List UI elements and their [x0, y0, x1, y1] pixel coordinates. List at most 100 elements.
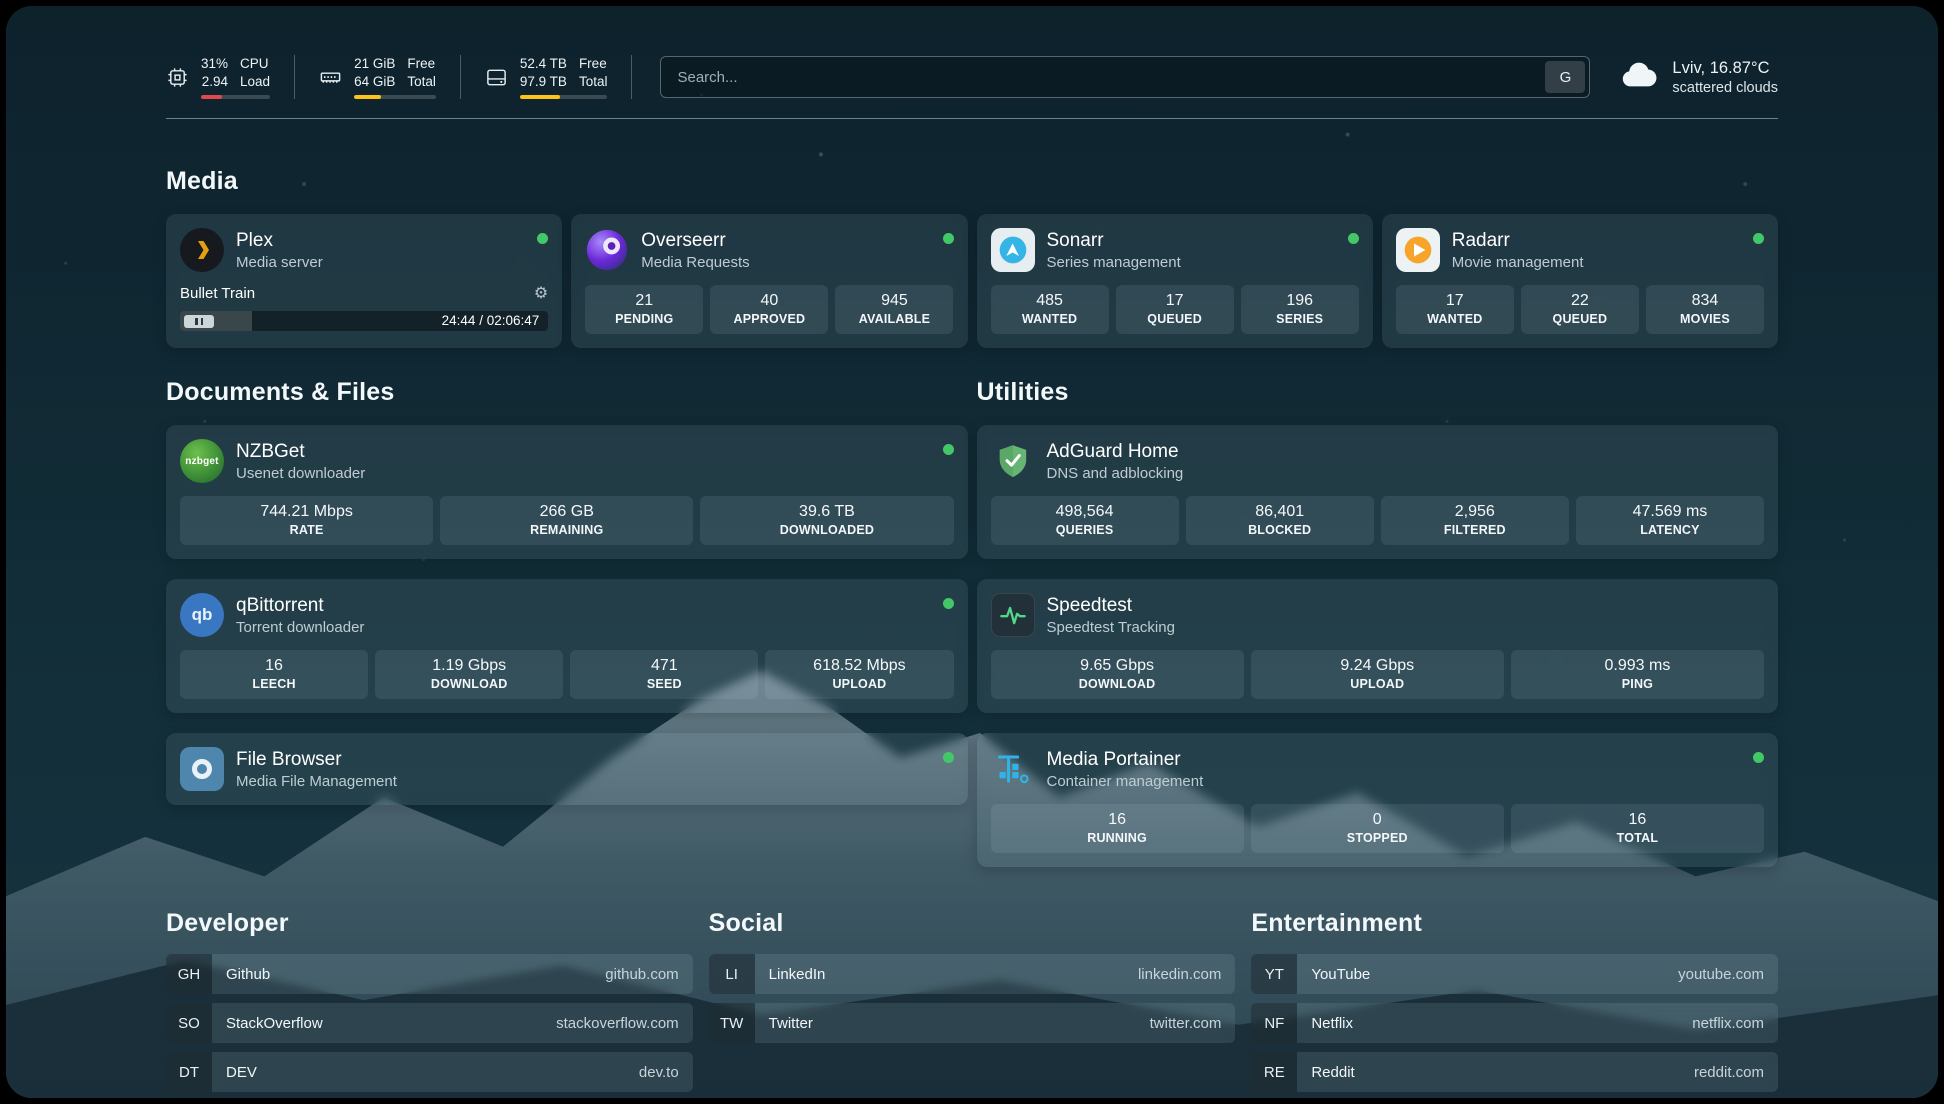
- disk-usage-widget: 52.4 TB 97.9 TB Free Total: [461, 55, 633, 99]
- cpu-icon: [166, 66, 189, 89]
- bookmark-github[interactable]: GH Github github.com: [166, 954, 693, 994]
- stat-box-queries: 498,564 QUERIES: [991, 496, 1179, 545]
- bookmark-name: Twitter: [769, 1015, 813, 1032]
- stat-box-ping: 0.993 ms PING: [1511, 650, 1764, 699]
- stat-box-rate: 744.21 Mbps RATE: [180, 496, 433, 545]
- radarr-icon: [1396, 228, 1440, 272]
- section-title-media: Media: [166, 167, 1778, 196]
- stat-box-latency: 47.569 ms LATENCY: [1576, 496, 1764, 545]
- stat-box-remaining: 266 GB REMAINING: [440, 496, 693, 545]
- stat-box-wanted: 17 WANTED: [1396, 285, 1514, 334]
- stat-box-download: 1.19 Gbps DOWNLOAD: [375, 650, 563, 699]
- portainer-icon: [991, 747, 1035, 791]
- bookmark-abbr: NF: [1251, 1003, 1297, 1043]
- bookmark-abbr: GH: [166, 954, 212, 994]
- memory-usage-bar-fill: [354, 95, 381, 99]
- status-online-dot: [1753, 752, 1764, 763]
- app-subtitle-nzbget: Usenet downloader: [236, 465, 365, 482]
- bookmark-abbr: YT: [1251, 954, 1297, 994]
- stat-box-total: 16 TOTAL: [1511, 804, 1764, 853]
- status-online-dot: [943, 598, 954, 609]
- app-subtitle-portainer: Container management: [1047, 773, 1204, 790]
- sonarr-icon: [991, 228, 1035, 272]
- pause-button[interactable]: [184, 315, 214, 328]
- disk-free-value: 52.4 TB: [520, 55, 567, 73]
- app-subtitle-filebrowser: Media File Management: [236, 773, 397, 790]
- bookmark-name: Netflix: [1311, 1015, 1353, 1032]
- cpu-usage-widget: 31% 2.94 CPU Load: [166, 55, 295, 99]
- app-card-speedtest[interactable]: Speedtest Speedtest Tracking 9.65 Gbps D…: [977, 579, 1779, 713]
- bookmark-abbr: TW: [709, 1003, 755, 1043]
- bookmark-abbr: SO: [166, 1003, 212, 1043]
- search-engine-button[interactable]: G: [1545, 61, 1585, 93]
- bookmark-name: Reddit: [1311, 1064, 1354, 1081]
- bookmark-linkedin[interactable]: LI LinkedIn linkedin.com: [709, 954, 1236, 994]
- playback-progress-bar[interactable]: 24:44 / 02:06:47: [180, 311, 548, 331]
- cpu-usage-bar: [201, 95, 270, 99]
- bookmark-url: netflix.com: [1692, 1015, 1764, 1032]
- stat-box-blocked: 86,401 BLOCKED: [1186, 496, 1374, 545]
- stat-box-seed: 471 SEED: [570, 650, 758, 699]
- mem-total-label: Total: [407, 73, 436, 91]
- section-developer: Developer GH Github github.com SO StackO…: [166, 909, 693, 1092]
- section-title-documents: Documents & Files: [166, 378, 968, 407]
- section-title-social: Social: [709, 909, 1236, 938]
- app-card-radarr[interactable]: Radarr Movie management 17 WANTED 22 QUE…: [1382, 214, 1778, 348]
- weather-condition: scattered clouds: [1672, 80, 1778, 96]
- app-subtitle-overseerr: Media Requests: [641, 254, 749, 271]
- stat-box-approved: 40 APPROVED: [710, 285, 828, 334]
- stat-box-upload: 618.52 Mbps UPLOAD: [765, 650, 953, 699]
- bookmark-netflix[interactable]: NF Netflix netflix.com: [1251, 1003, 1778, 1043]
- speedtest-icon: [991, 593, 1035, 637]
- section-documents: Documents & Files nzbget NZBGet Usenet d…: [166, 378, 968, 867]
- app-name-speedtest: Speedtest: [1047, 595, 1175, 617]
- bookmark-stackoverflow[interactable]: SO StackOverflow stackoverflow.com: [166, 1003, 693, 1043]
- app-subtitle-plex: Media server: [236, 254, 323, 271]
- bookmark-dev[interactable]: DT DEV dev.to: [166, 1052, 693, 1092]
- section-title-utilities: Utilities: [977, 378, 1779, 407]
- topbar-divider: [166, 118, 1778, 119]
- cpu-percent-value: 31%: [201, 55, 228, 73]
- app-card-sonarr[interactable]: Sonarr Series management 485 WANTED 17 Q…: [977, 214, 1373, 348]
- bookmark-name: StackOverflow: [226, 1015, 323, 1032]
- nzbget-icon: nzbget: [180, 439, 224, 483]
- app-card-qbittorrent[interactable]: qb qBittorrent Torrent downloader 16: [166, 579, 968, 713]
- status-online-dot: [1348, 233, 1359, 244]
- app-card-portainer[interactable]: Media Portainer Container management 16 …: [977, 733, 1779, 867]
- stat-box-wanted: 485 WANTED: [991, 285, 1109, 334]
- bookmark-url: youtube.com: [1678, 966, 1764, 983]
- bookmark-youtube[interactable]: YT YouTube youtube.com: [1251, 954, 1778, 994]
- dashboard-root: 31% 2.94 CPU Load: [6, 6, 1938, 1098]
- section-utilities: Utilities: [977, 378, 1779, 867]
- app-subtitle-speedtest: Speedtest Tracking: [1047, 619, 1175, 636]
- app-card-adguard[interactable]: AdGuard Home DNS and adblocking 498,564 …: [977, 425, 1779, 559]
- search-input[interactable]: [660, 56, 1590, 98]
- plex-icon: [180, 228, 224, 272]
- disk-icon: [485, 66, 508, 89]
- bookmark-reddit[interactable]: RE Reddit reddit.com: [1251, 1052, 1778, 1092]
- disk-free-label: Free: [579, 55, 608, 73]
- qbittorrent-icon: qb: [180, 593, 224, 637]
- bookmark-twitter[interactable]: TW Twitter twitter.com: [709, 1003, 1236, 1043]
- bookmark-url: linkedin.com: [1138, 966, 1221, 983]
- stat-box-leech: 16 LEECH: [180, 650, 368, 699]
- cpu-label: CPU: [240, 55, 270, 73]
- app-name-adguard: AdGuard Home: [1047, 441, 1184, 463]
- settings-gear-icon[interactable]: ⚙: [534, 283, 548, 303]
- bookmark-url: dev.to: [639, 1064, 679, 1081]
- status-online-dot: [1753, 233, 1764, 244]
- app-name-radarr: Radarr: [1452, 230, 1584, 252]
- app-card-plex[interactable]: Plex Media server Bullet Train ⚙ 24:44 /…: [166, 214, 562, 348]
- bookmark-abbr: RE: [1251, 1052, 1297, 1092]
- app-card-nzbget[interactable]: nzbget NZBGet Usenet downloader 744.21 M…: [166, 425, 968, 559]
- weather-widget: Lviv, 16.87°C scattered clouds: [1618, 54, 1778, 101]
- dashboard-content: 31% 2.94 CPU Load: [166, 6, 1778, 1098]
- playback-time: 24:44 / 02:06:47: [442, 311, 540, 331]
- section-title-entertainment: Entertainment: [1251, 909, 1778, 938]
- app-name-sonarr: Sonarr: [1047, 230, 1181, 252]
- app-card-overseerr[interactable]: Overseerr Media Requests 21 PENDING 40 A…: [571, 214, 967, 348]
- weather-location: Lviv, 16.87°C: [1672, 59, 1778, 78]
- app-subtitle-radarr: Movie management: [1452, 254, 1584, 271]
- stat-box-pending: 21 PENDING: [585, 285, 703, 334]
- app-card-filebrowser[interactable]: File Browser Media File Management: [166, 733, 968, 805]
